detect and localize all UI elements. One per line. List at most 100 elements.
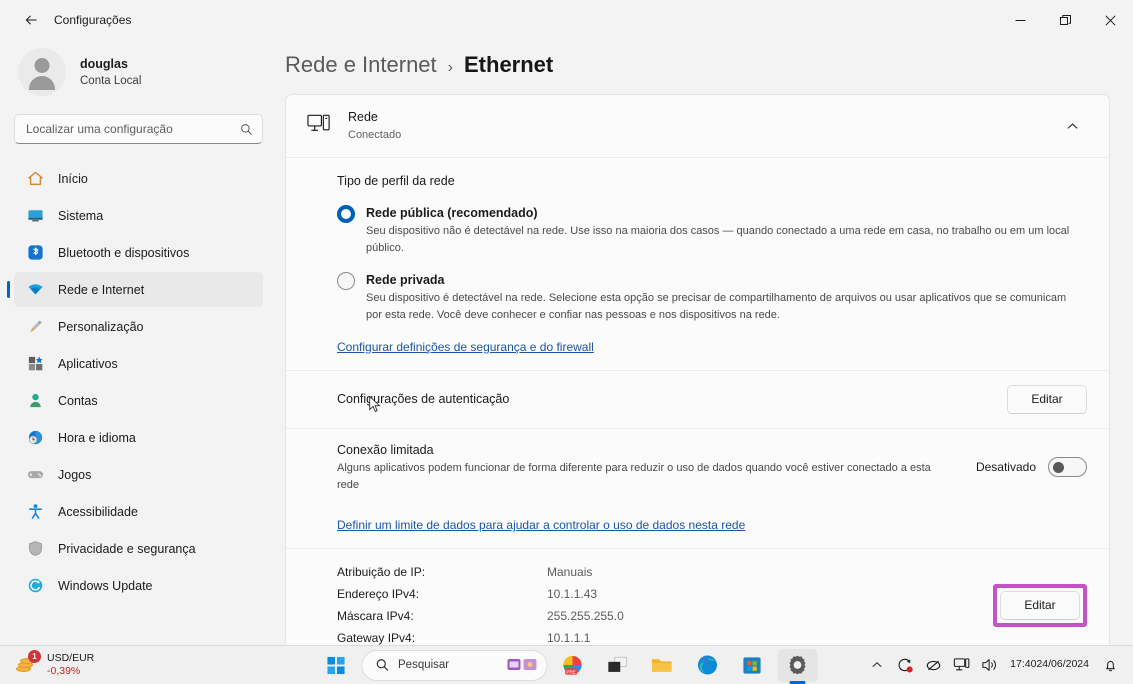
sidebar-item-bluetooth[interactable]: Bluetooth e dispositivos: [14, 235, 263, 270]
widget-change: -0,39%: [47, 665, 81, 677]
avatar: [18, 48, 66, 96]
notifications-button[interactable]: [1097, 650, 1123, 680]
brush-icon: [26, 318, 44, 336]
radio-option-public[interactable]: Rede pública (recomendado) Seu dispositi…: [337, 204, 1087, 257]
settings-button[interactable]: [777, 648, 817, 682]
taskbar-copilot[interactable]: PRE: [552, 649, 592, 682]
file-explorer-button[interactable]: [642, 649, 682, 682]
widget-texts: USD/EUR -0,39%: [47, 652, 94, 678]
ipv4-mask-value: 255.255.255.0: [547, 609, 624, 624]
authentication-title: Configurações de autenticação: [337, 391, 510, 406]
firewall-settings-link[interactable]: Configurar definições de segurança e do …: [337, 340, 594, 354]
gamepad-icon: [26, 466, 44, 484]
clock-globe-icon: [26, 429, 44, 447]
sidebar-item-personalizacao[interactable]: Personalização: [14, 309, 263, 344]
sidebar-item-rede-e-internet[interactable]: Rede e Internet: [7, 272, 263, 307]
settings-icon: [788, 655, 806, 675]
edge-button[interactable]: [687, 649, 727, 682]
collapse-button[interactable]: [1057, 111, 1087, 141]
sidebar-item-label: Acessibilidade: [58, 504, 138, 519]
task-view-button[interactable]: [597, 649, 637, 682]
sidebar-item-windows-update[interactable]: Windows Update: [14, 568, 263, 603]
sidebar-item-label: Rede e Internet: [58, 282, 145, 297]
profile-section-label: Tipo de perfil da rede: [337, 174, 455, 188]
back-button[interactable]: [14, 5, 48, 35]
bell-icon: [1105, 660, 1115, 671]
sidebar-item-label: Aplicativos: [58, 356, 118, 371]
account-name: douglas: [80, 56, 128, 71]
sidebar-item-label: Sistema: [58, 208, 104, 223]
minimize-icon: [1015, 19, 1026, 21]
restore-icon: [1060, 14, 1071, 25]
tray-mute-button[interactable]: [920, 650, 946, 680]
system-tray: 17:40 24/06/2024: [864, 650, 1133, 680]
network-card-header[interactable]: Rede Conectado: [286, 95, 1109, 157]
breadcrumb: Rede e Internet › Ethernet: [285, 40, 1133, 94]
system-icon: [26, 207, 44, 225]
sidebar-item-label: Hora e idioma: [58, 430, 136, 445]
sidebar-item-acessibilidade[interactable]: Acessibilidade: [14, 494, 263, 529]
tray-overflow-button[interactable]: [864, 650, 890, 680]
sidebar-item-contas[interactable]: Contas: [14, 383, 263, 418]
volume-icon: [982, 659, 996, 671]
breadcrumb-parent[interactable]: Rede e Internet: [285, 52, 437, 78]
sidebar-item-hora-e-idioma[interactable]: Hora e idioma: [14, 420, 263, 455]
network-card-texts: Rede Conectado: [348, 108, 1041, 143]
ipv4-mask-key: Máscara IPv4:: [337, 609, 414, 624]
microsoft-store-button[interactable]: [732, 649, 772, 682]
network-status: Conectado: [348, 129, 402, 142]
widget-title: USD/EUR: [47, 651, 95, 664]
microsoft-store-icon: [743, 656, 761, 674]
sidebar-item-jogos[interactable]: Jogos: [14, 457, 263, 492]
edit-ip-highlight-box: Editar: [993, 583, 1087, 627]
sidebar-item-label: Bluetooth e dispositivos: [58, 245, 190, 260]
sidebar-item-inicio[interactable]: Início: [14, 161, 263, 196]
taskbar-clock[interactable]: 17:40 24/06/2024: [1004, 650, 1095, 680]
authentication-texts: Configurações de autenticação: [337, 390, 991, 409]
taskbar-search[interactable]: Pesquisar: [361, 649, 547, 681]
metered-toggle-label: Desativado: [975, 460, 1036, 475]
minimize-button[interactable]: [998, 0, 1043, 40]
radio-private-icon[interactable]: [337, 271, 355, 290]
start-button[interactable]: [316, 649, 356, 682]
edit-authentication-button[interactable]: Editar: [1007, 384, 1087, 414]
data-limit-link[interactable]: Definir um limite de dados para ajudar a…: [337, 518, 745, 532]
settings-window: Configurações douglas Conta Local Locali…: [0, 0, 1133, 645]
sidebar-item-label: Windows Update: [58, 578, 153, 593]
home-icon: [26, 170, 44, 188]
edit-ip-button[interactable]: Editar: [1000, 590, 1080, 620]
widget-badge: 1: [28, 650, 41, 663]
sidebar-item-aplicativos[interactable]: Aplicativos: [14, 346, 263, 381]
metered-title: Conexão limitada: [337, 442, 434, 457]
mouse-cursor: [369, 396, 381, 412]
coins-icon: 1: [14, 650, 41, 677]
breadcrumb-separator: ›: [447, 59, 453, 76]
radio-option-private[interactable]: Rede privada Seu dispositivo é detectáve…: [337, 271, 1087, 324]
sidebar-item-privacidade-e-seguranca[interactable]: Privacidade e segurança: [14, 531, 263, 566]
close-button[interactable]: [1088, 0, 1133, 40]
window-controls: [998, 0, 1133, 40]
sidebar-item-sistema[interactable]: Sistema: [14, 198, 263, 233]
sidebar-item-label: Jogos: [58, 467, 92, 482]
window-body: douglas Conta Local Localizar uma config…: [0, 40, 1133, 645]
tray-volume-button[interactable]: [976, 650, 1002, 680]
shield-icon: [26, 540, 44, 558]
ethernet-icon: [953, 658, 970, 671]
taskbar-widget[interactable]: 1 USD/EUR -0,39%: [0, 650, 94, 678]
search-box[interactable]: [14, 114, 263, 144]
sidebar-item-label: Personalização: [58, 319, 144, 334]
metered-toggle-wrap[interactable]: Desativado: [975, 457, 1087, 478]
network-name: Rede: [348, 110, 378, 125]
sidebar: douglas Conta Local Localizar uma config…: [0, 40, 277, 645]
search-input[interactable]: [26, 122, 240, 136]
radio-public-icon[interactable]: [337, 205, 355, 223]
metered-toggle[interactable]: [1048, 457, 1087, 478]
metered-connection-section: Conexão limitada Alguns aplicativos pode…: [286, 427, 1109, 548]
sidebar-item-label: Início: [58, 171, 88, 186]
tray-sync-button[interactable]: [892, 650, 918, 680]
account-block[interactable]: douglas Conta Local: [0, 40, 263, 106]
tray-network-button[interactable]: [948, 650, 974, 680]
file-explorer-icon: [651, 659, 672, 672]
svg-text:PRE: PRE: [566, 669, 575, 674]
restore-button[interactable]: [1043, 0, 1088, 40]
